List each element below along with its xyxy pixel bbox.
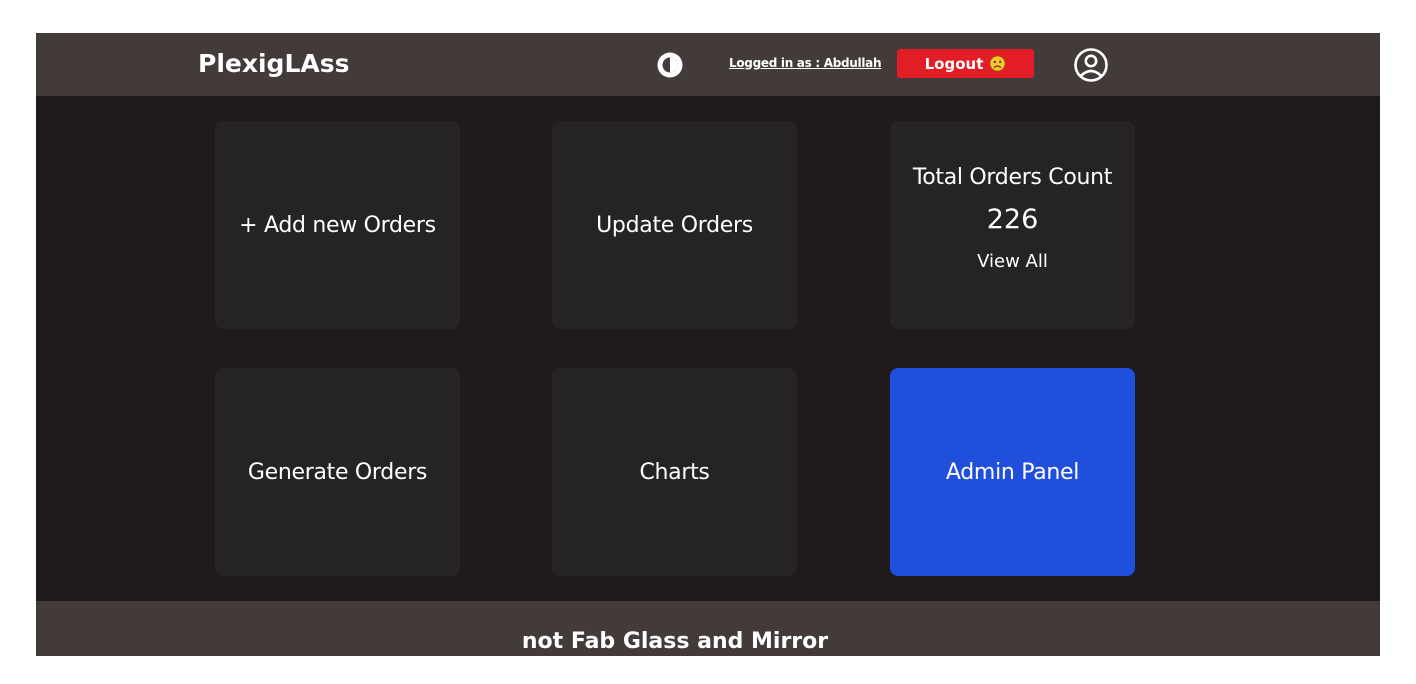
app-window: PlexigLAss Logged in as : Abdullah Logou…: [36, 33, 1380, 656]
top-navbar: PlexigLAss Logged in as : Abdullah Logou…: [36, 33, 1380, 96]
charts-label: Charts: [639, 459, 710, 485]
user-circle-icon[interactable]: [1073, 47, 1109, 83]
generate-orders-label: Generate Orders: [247, 459, 428, 485]
update-orders-card[interactable]: Update Orders: [552, 121, 797, 329]
logout-label: Logout: [924, 54, 984, 73]
sad-face-icon: [989, 55, 1006, 72]
total-orders-title: Total Orders Count: [912, 164, 1113, 190]
view-all-link[interactable]: View All: [977, 251, 1048, 272]
total-orders-value: 226: [986, 203, 1039, 235]
add-new-orders-label: + Add new Orders: [239, 212, 436, 238]
logout-button[interactable]: Logout: [897, 49, 1034, 78]
brand-logo[interactable]: PlexigLAss: [198, 49, 349, 78]
footer: not Fab Glass and Mirror: [36, 601, 1380, 656]
admin-panel-label: Admin Panel: [945, 459, 1080, 485]
admin-panel-card[interactable]: Admin Panel: [890, 368, 1135, 576]
footer-text: not Fab Glass and Mirror: [521, 629, 829, 654]
generate-orders-card[interactable]: Generate Orders: [215, 368, 460, 576]
charts-card[interactable]: Charts: [552, 368, 797, 576]
update-orders-label: Update Orders: [596, 212, 753, 238]
add-new-orders-card[interactable]: + Add new Orders: [215, 121, 460, 329]
total-orders-count-card: Total Orders Count 226 View All: [890, 121, 1135, 329]
logged-in-user-link[interactable]: Logged in as : Abdullah: [729, 56, 881, 70]
theme-toggle-icon[interactable]: [656, 51, 684, 79]
